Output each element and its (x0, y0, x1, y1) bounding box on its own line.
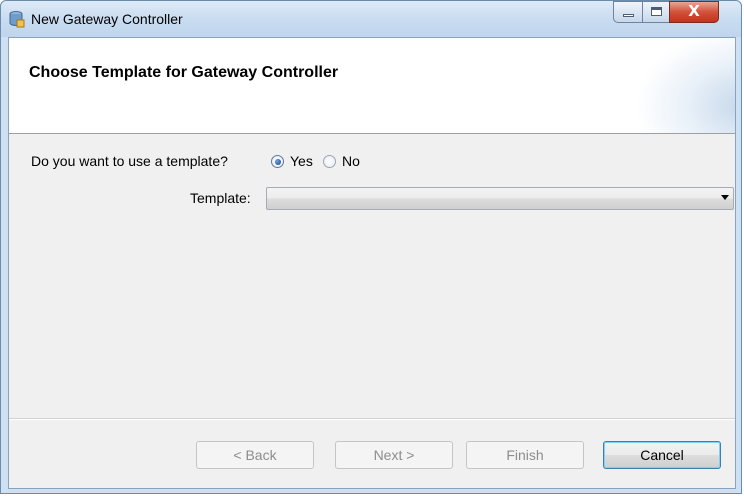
close-button[interactable]: X (669, 1, 719, 23)
template-select[interactable] (266, 187, 734, 210)
dialog-client-area: Choose Template for Gateway Controller D… (8, 37, 736, 489)
radio-yes-label[interactable]: Yes (290, 153, 313, 169)
minimize-button[interactable] (613, 1, 643, 23)
maximize-icon (651, 7, 662, 16)
dialog-window: New Gateway Controller X Choose Template… (0, 0, 742, 494)
title-bar[interactable]: New Gateway Controller X (1, 1, 741, 37)
finish-button[interactable]: Finish (466, 441, 584, 469)
radio-no-label[interactable]: No (342, 153, 360, 169)
back-button[interactable]: < Back (196, 441, 314, 469)
footer-divider (9, 418, 735, 420)
maximize-button[interactable] (642, 1, 670, 23)
template-question-label: Do you want to use a template? (31, 153, 228, 169)
chevron-down-icon[interactable] (721, 195, 729, 200)
cancel-button[interactable]: Cancel (603, 441, 721, 469)
radio-no[interactable] (323, 155, 336, 168)
gateway-database-icon (9, 11, 25, 28)
next-button[interactable]: Next > (335, 441, 453, 469)
template-label: Template: (190, 190, 251, 206)
minimize-icon (623, 14, 634, 17)
page-title: Choose Template for Gateway Controller (29, 64, 339, 81)
close-icon: X (688, 2, 700, 20)
window-title: New Gateway Controller (31, 11, 183, 27)
wizard-header: Choose Template for Gateway Controller (9, 38, 735, 134)
radio-yes[interactable] (271, 155, 284, 168)
header-decoration (635, 38, 735, 133)
